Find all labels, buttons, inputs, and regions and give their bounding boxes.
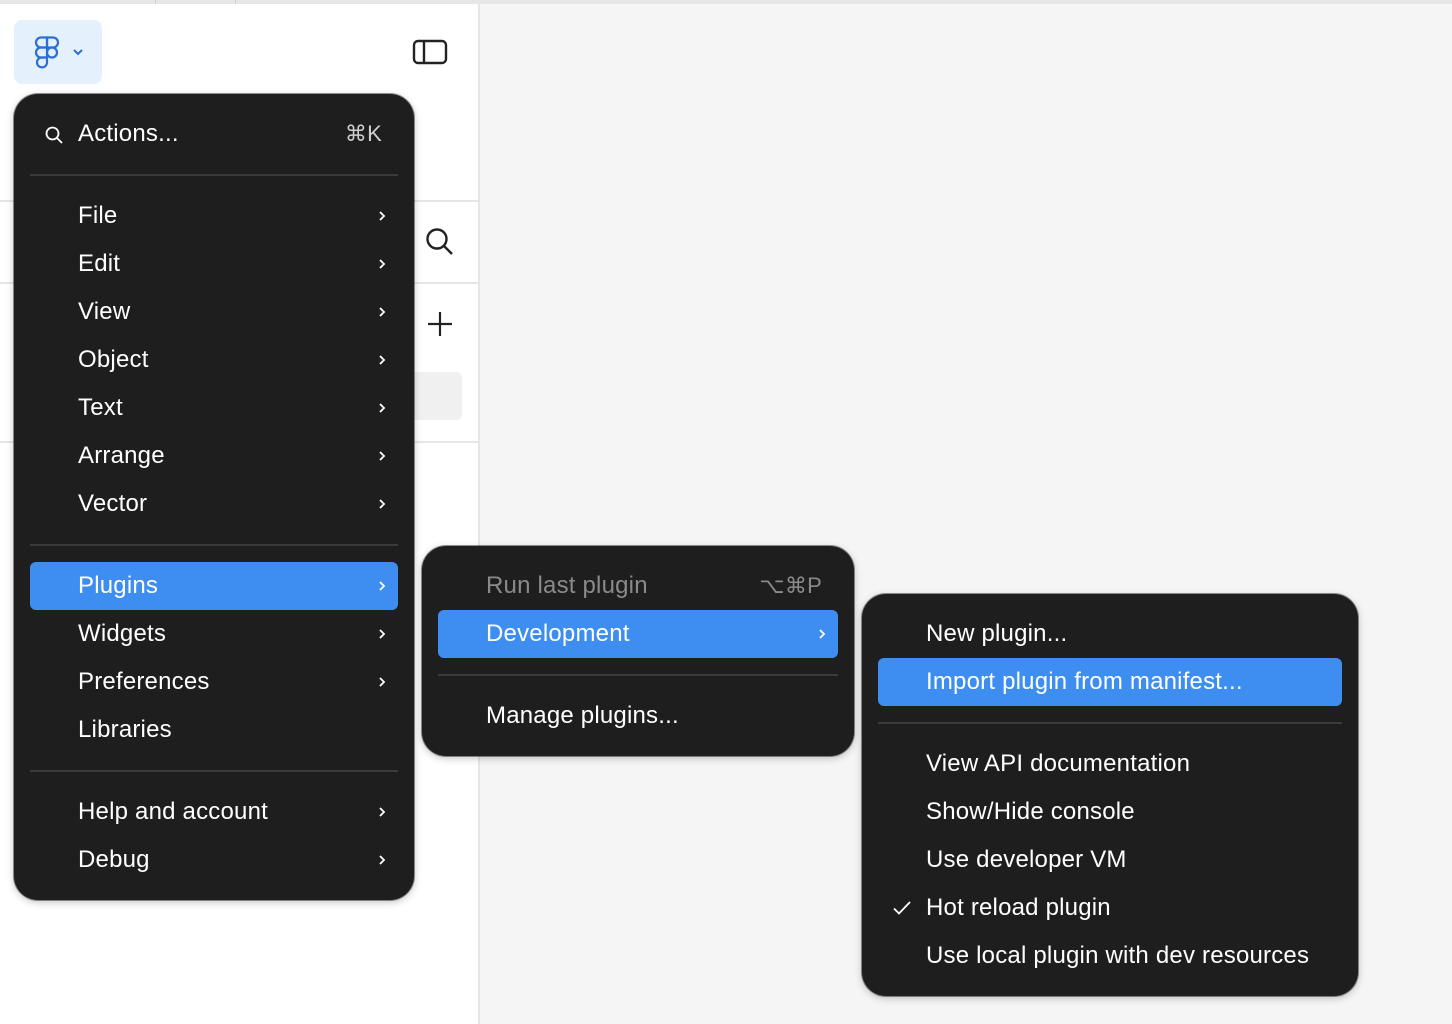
menu-item-debug[interactable]: Debug bbox=[30, 836, 398, 884]
menu-item-use-local-dev[interactable]: Use local plugin with dev resources bbox=[878, 932, 1342, 980]
menu-separator bbox=[30, 770, 398, 772]
tab-divider bbox=[155, 0, 156, 4]
menu-item-label: Arrange bbox=[78, 442, 165, 469]
chevron-right-icon bbox=[819, 629, 826, 639]
menu-item-label: Debug bbox=[78, 846, 150, 873]
menu-item-label: Help and account bbox=[78, 798, 268, 825]
menu-item-label: Text bbox=[78, 394, 123, 421]
menu-item-label: Development bbox=[486, 620, 630, 647]
add-page-icon[interactable] bbox=[422, 306, 458, 342]
chevron-right-icon bbox=[379, 307, 386, 317]
run-last-shortcut: ⌥⌘P bbox=[759, 573, 822, 598]
menu-item-label: Libraries bbox=[78, 716, 172, 743]
main-menu-button[interactable] bbox=[14, 20, 102, 84]
menu-item-import-manifest[interactable]: Import plugin from manifest... bbox=[878, 658, 1342, 706]
menu-item-label: Object bbox=[78, 346, 149, 373]
menu-item-label: File bbox=[78, 202, 118, 229]
chevron-right-icon bbox=[379, 259, 386, 269]
development-submenu: New plugin... Import plugin from manifes… bbox=[862, 594, 1358, 996]
chevron-right-icon bbox=[379, 403, 386, 413]
menu-item-new-plugin[interactable]: New plugin... bbox=[878, 610, 1342, 658]
chevron-right-icon bbox=[379, 807, 386, 817]
actions-label: Actions... bbox=[78, 120, 179, 147]
menu-separator bbox=[30, 544, 398, 546]
menu-item-preferences[interactable]: Preferences bbox=[30, 658, 398, 706]
menu-item-vector[interactable]: Vector bbox=[30, 480, 398, 528]
chevron-right-icon bbox=[379, 451, 386, 461]
menu-item-arrange[interactable]: Arrange bbox=[30, 432, 398, 480]
sidebar-toggle-icon[interactable] bbox=[412, 38, 448, 66]
menu-item-label: Run last plugin bbox=[486, 572, 648, 599]
menu-item-widgets[interactable]: Widgets bbox=[30, 610, 398, 658]
actions-shortcut: ⌘K bbox=[344, 121, 382, 146]
menu-item-label: Plugins bbox=[78, 572, 159, 599]
tab-divider bbox=[235, 0, 236, 4]
menu-item-label: New plugin... bbox=[926, 620, 1068, 647]
menu-item-manage-plugins[interactable]: Manage plugins... bbox=[438, 692, 838, 740]
menu-separator bbox=[438, 674, 838, 676]
menu-separator bbox=[878, 722, 1342, 724]
run-last-plugin: Run last plugin ⌥⌘P bbox=[438, 562, 838, 610]
menu-item-label: View API documentation bbox=[926, 750, 1191, 777]
chevron-right-icon bbox=[379, 499, 386, 509]
chevron-right-icon bbox=[379, 211, 386, 221]
menu-item-label: Import plugin from manifest... bbox=[926, 668, 1243, 695]
checkmark-icon bbox=[893, 901, 911, 915]
chevron-right-icon bbox=[379, 581, 386, 591]
chevron-right-icon bbox=[379, 677, 386, 687]
menu-item-plugins[interactable]: Plugins bbox=[30, 562, 398, 610]
actions-search[interactable]: Actions... ⌘K bbox=[30, 110, 398, 158]
plugins-submenu: Run last plugin ⌥⌘P Development Manage p… bbox=[422, 546, 854, 756]
menu-item-label: Manage plugins... bbox=[486, 702, 679, 729]
chevron-right-icon bbox=[379, 629, 386, 639]
menu-item-view-api-docs[interactable]: View API documentation bbox=[878, 740, 1342, 788]
menu-item-hot-reload[interactable]: Hot reload plugin bbox=[878, 884, 1342, 932]
menu-item-label: Show/Hide console bbox=[926, 798, 1135, 825]
chevron-down-icon bbox=[73, 49, 83, 56]
menu-item-label: Use local plugin with dev resources bbox=[926, 942, 1310, 969]
search-icon[interactable] bbox=[420, 222, 460, 262]
menu-separator bbox=[30, 174, 398, 176]
top-bar bbox=[0, 0, 1452, 4]
menu-item-edit[interactable]: Edit bbox=[30, 240, 398, 288]
menu-item-label: Preferences bbox=[78, 668, 210, 695]
chevron-right-icon bbox=[379, 355, 386, 365]
menu-item-label: Use developer VM bbox=[926, 846, 1127, 873]
menu-item-label: Widgets bbox=[78, 620, 167, 647]
menu-item-help-and-account[interactable]: Help and account bbox=[30, 788, 398, 836]
menu-item-development[interactable]: Development bbox=[438, 610, 838, 658]
search-icon bbox=[45, 126, 63, 144]
main-menu: Actions... ⌘K File Edit View Object Text… bbox=[14, 94, 414, 900]
menu-item-label: View bbox=[78, 298, 131, 325]
menu-item-show-hide-console[interactable]: Show/Hide console bbox=[878, 788, 1342, 836]
menu-item-label: Vector bbox=[78, 490, 148, 517]
menu-item-label: Hot reload plugin bbox=[926, 894, 1111, 921]
menu-item-use-developer-vm[interactable]: Use developer VM bbox=[878, 836, 1342, 884]
menu-item-object[interactable]: Object bbox=[30, 336, 398, 384]
menu-item-file[interactable]: File bbox=[30, 192, 398, 240]
menu-item-text[interactable]: Text bbox=[30, 384, 398, 432]
menu-item-view[interactable]: View bbox=[30, 288, 398, 336]
menu-item-libraries[interactable]: Libraries bbox=[30, 706, 398, 754]
figma-logo-icon bbox=[34, 36, 60, 69]
chevron-right-icon bbox=[379, 855, 386, 865]
menu-item-label: Edit bbox=[78, 250, 121, 277]
